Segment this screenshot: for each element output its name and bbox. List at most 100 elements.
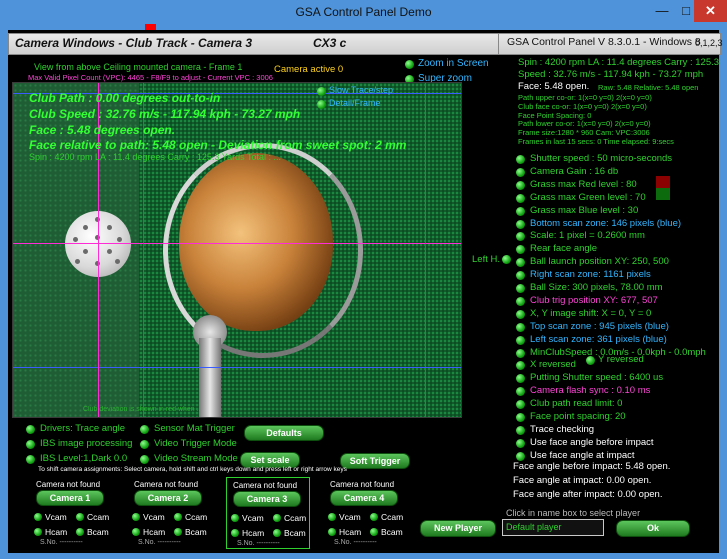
vcam-led[interactable] [34,513,42,521]
slow-trace-label[interactable]: Slow Trace/step [329,85,393,95]
left-handed-led[interactable] [502,255,511,264]
ccam-label[interactable]: Ccam [87,512,109,522]
camera-button[interactable]: Camera 3 [233,491,301,507]
player-name-input[interactable]: Default player [502,519,604,536]
camera-group-4[interactable]: Camera not found Camera 4 Vcam Ccam Hcam Bcam… [324,477,406,547]
bcam-label[interactable]: Bcam [185,527,207,537]
drivers-label[interactable]: Drivers: Trace angle [40,423,125,434]
setting-led[interactable] [516,206,525,216]
setting-label[interactable]: Ball Size: 300 pixels, 78.00 mm [530,282,663,293]
setting-label[interactable]: Bottom scan zone: 146 pixels (blue) [530,218,681,229]
ccam-led[interactable] [76,513,84,521]
setting-label[interactable]: Use face angle before impact [530,437,654,448]
video-stream-led[interactable] [140,455,149,464]
y-reversed-led[interactable] [586,356,595,365]
setting-label[interactable]: Trace checking [530,424,594,435]
setting-led[interactable] [516,348,525,358]
hcam-led[interactable] [328,528,336,536]
hcam-led[interactable] [34,528,42,536]
camera-button[interactable]: Camera 4 [330,490,398,506]
setting-label[interactable]: Club trig position XY: 677, 507 [530,295,658,306]
sensor-label[interactable]: Sensor Mat Trigger [154,423,235,434]
setting-label[interactable]: Face point spacing: 20 [530,411,626,422]
setting-label[interactable]: Club path read limit: 0 [530,398,622,409]
ccam-led[interactable] [370,513,378,521]
video-stream-label[interactable]: Video Stream Mode [154,453,238,464]
vcam-led[interactable] [132,513,140,521]
setting-led[interactable] [516,180,525,190]
setting-led[interactable] [516,219,525,229]
camera-button[interactable]: Camera 1 [36,490,104,506]
setting-label[interactable]: Left scan zone: 361 pixels (blue) [530,334,667,345]
setting-label[interactable]: Camera Gain : 16 db [530,166,618,177]
setting-led[interactable] [516,284,525,293]
setting-label[interactable]: X reversed [530,359,576,370]
hcam-led[interactable] [132,528,140,536]
setting-label[interactable]: Grass max Green level : 70 [530,192,646,203]
setting-led[interactable] [516,425,525,435]
hcam-led[interactable] [231,529,239,537]
bcam-led[interactable] [370,528,378,536]
setting-label[interactable]: Grass max Red level : 80 [530,179,637,190]
new-player-button[interactable]: New Player [420,520,496,537]
vcam-label[interactable]: Vcam [45,512,67,522]
camera-group-2[interactable]: Camera not found Camera 2 Vcam Ccam Hcam Bcam… [128,477,210,547]
camera-group-1[interactable]: Camera not found Camera 1 Vcam Ccam Hcam Bcam… [30,477,112,547]
vcam-label[interactable]: Vcam [143,512,165,522]
setting-label[interactable]: Shutter speed : 50 micro-seconds [530,153,672,164]
setting-led[interactable] [516,438,525,448]
close-button[interactable]: ✕ [694,0,727,22]
detail-frame-led[interactable] [317,100,326,109]
bcam-led[interactable] [273,529,281,537]
vcam-led[interactable] [328,513,336,521]
bcam-led[interactable] [76,528,84,536]
ccam-label[interactable]: Ccam [381,512,403,522]
ibs-level-label[interactable]: IBS Level:1,Dark 0.0 [40,453,127,464]
setting-led[interactable] [516,167,525,177]
setting-label[interactable]: Putting Shutter speed : 6400 us [530,372,663,383]
camera-button[interactable]: Camera 2 [134,490,202,506]
ccam-led[interactable] [174,513,182,521]
setting-label[interactable]: Camera flash sync : 0.10 ms [530,385,650,396]
bcam-label[interactable]: Bcam [87,527,109,537]
camera-image[interactable]: Club Path : 0.00 degrees out-to-in Club … [12,82,462,418]
setting-led[interactable] [516,193,525,203]
vcam-label[interactable]: Vcam [242,513,264,523]
setting-label[interactable]: Ball launch position XY: 250, 500 [530,256,669,267]
setting-led[interactable] [516,296,525,306]
bcam-led[interactable] [174,528,182,536]
detail-frame-label[interactable]: Detail/Frame [329,98,381,108]
setting-label[interactable]: X, Y image shift: X = 0, Y = 0 [530,308,651,319]
bcam-label[interactable]: Bcam [381,527,403,537]
hcam-label[interactable]: Hcam [242,528,264,538]
bcam-label[interactable]: Bcam [284,528,306,538]
setting-label[interactable]: Scale: 1 pixel = 0.2600 mm [530,230,645,241]
slow-trace-led[interactable] [317,87,326,96]
drivers-led[interactable] [26,425,35,434]
setting-led[interactable] [516,335,525,345]
vcam-led[interactable] [231,514,239,522]
setting-led[interactable] [516,322,525,332]
setting-label[interactable]: Use face angle at impact [530,450,635,461]
hcam-label[interactable]: Hcam [143,527,165,537]
zoom-screen-led[interactable] [405,60,414,69]
camera-group-3[interactable]: Camera not found Camera 3 Vcam Ccam Hcam Bcam… [226,477,310,549]
setting-led[interactable] [516,155,525,164]
video-trigger-label[interactable]: Video Trigger Mode [154,438,237,449]
setting-led[interactable] [516,451,525,461]
zoom-in-screen-label[interactable]: Zoom in Screen [418,58,489,69]
setting-label[interactable]: Grass max Blue level : 30 [530,205,638,216]
hcam-label[interactable]: Hcam [339,527,361,537]
ccam-label[interactable]: Ccam [284,513,306,523]
y-reversed-label[interactable]: Y reversed [598,354,644,365]
sensor-led[interactable] [140,425,149,434]
video-trigger-led[interactable] [140,440,149,449]
ccam-label[interactable]: Ccam [185,512,207,522]
ok-button[interactable]: Ok [616,520,690,537]
ibs-label[interactable]: IBS image processing [40,438,132,449]
setting-led[interactable] [516,309,525,319]
ibs-led[interactable] [26,440,35,449]
hcam-label[interactable]: Hcam [45,527,67,537]
ibs-level-led[interactable] [26,455,35,464]
setting-label[interactable]: Top scan zone : 945 pixels (blue) [530,321,669,332]
